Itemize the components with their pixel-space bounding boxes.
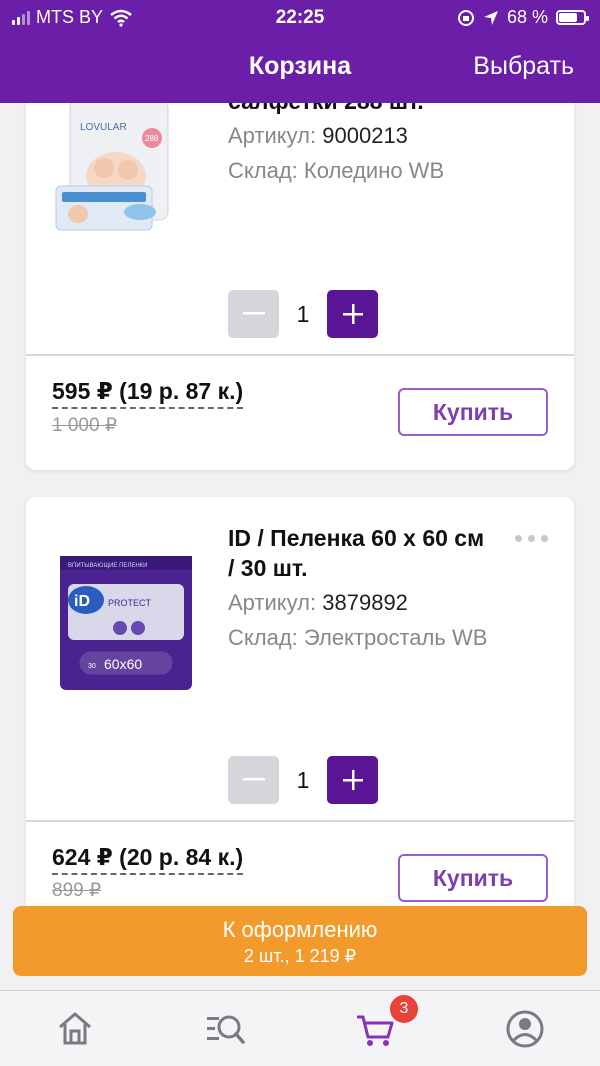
cart-item-card: LOVULAR 288 салфетки 288 шт. Артикул: 90… (26, 60, 574, 470)
catalog-search-icon[interactable] (205, 1009, 245, 1049)
warehouse-label: Склад: (228, 625, 298, 650)
old-price: 899 ₽ (52, 880, 102, 901)
article-value: 9000213 (322, 123, 408, 148)
cart-item-card: ВПИТЫВАЮЩИЕ ПЕЛЕНКИ iD PROTECT 30 60x60 … (26, 497, 574, 917)
checkout-label: К оформлению (222, 917, 378, 942)
article-label: Артикул: (228, 123, 317, 148)
article-row: Артикул: 9000213 (228, 123, 408, 149)
product-image: LOVULAR 288 (55, 99, 169, 231)
location-icon (483, 10, 498, 25)
card-divider (26, 354, 574, 356)
profile-icon[interactable] (505, 1009, 545, 1049)
cart-count-badge: 3 (390, 995, 418, 1023)
status-bar: MTS BY 22:25 68 % (0, 0, 600, 34)
increase-quantity-button[interactable] (327, 290, 378, 338)
decrease-quantity-button[interactable] (228, 290, 279, 338)
select-button[interactable]: Выбрать (473, 52, 574, 81)
minus-icon (242, 312, 265, 315)
article-value: 3879892 (322, 590, 408, 615)
article-label: Артикул: (228, 590, 317, 615)
battery-icon (556, 10, 589, 25)
price: 624 ₽ (20 р. 84 к.) (52, 844, 244, 875)
warehouse-value: Электросталь WB (303, 625, 488, 650)
checkout-summary: 2 шт., 1 219 ₽ (243, 946, 357, 966)
price: 595 ₽ (19 р. 87 к.) (52, 378, 244, 409)
plus-icon (342, 770, 363, 790)
checkout-button[interactable]: К оформлению 2 шт., 1 219 ₽ (13, 906, 587, 976)
quantity-stepper: 1 (228, 290, 378, 338)
quantity-value: 1 (296, 766, 310, 793)
plus-icon (342, 304, 363, 324)
rotation-lock-icon (457, 9, 474, 26)
home-icon[interactable] (55, 1009, 95, 1049)
more-options-icon[interactable] (515, 535, 548, 542)
tab-bar (0, 990, 600, 1066)
card-divider (26, 820, 574, 822)
cart-icon[interactable] (355, 1009, 395, 1049)
decrease-quantity-button[interactable] (228, 756, 279, 804)
app-header: MTS BY 22:25 68 % Корзина Выбрать (0, 0, 600, 103)
warehouse-row: Склад: Электросталь WB (228, 625, 487, 651)
article-row: Артикул: 3879892 (228, 590, 408, 616)
warehouse-row: Склад: Коледино WB (228, 158, 444, 184)
battery-label: 68 % (506, 7, 548, 27)
pack-count-text: 30 (88, 663, 96, 670)
pack-count-text: 288 (145, 134, 159, 143)
product-name[interactable]: ID / Пеленка 60 х 60 см / 30 шт. (228, 523, 488, 583)
increase-quantity-button[interactable] (327, 756, 378, 804)
pack-size-text: 60x60 (104, 656, 142, 672)
old-price: 1 000 ₽ (52, 415, 117, 436)
warehouse-label: Склад: (228, 158, 298, 183)
minus-icon (242, 778, 265, 781)
product-image: ВПИТЫВАЮЩИЕ ПЕЛЕНКИ iD PROTECT 30 60x60 (60, 556, 192, 690)
buy-button[interactable]: Купить (398, 854, 548, 902)
buy-button[interactable]: Купить (398, 388, 548, 436)
quantity-stepper: 1 (228, 756, 378, 804)
quantity-value: 1 (296, 300, 310, 327)
brand-logo-text: LOVULAR (80, 122, 127, 133)
brand-logo-text: iD (74, 593, 90, 610)
product-line-text: PROTECT (108, 598, 152, 608)
pack-header-text: ВПИТЫВАЮЩИЕ ПЕЛЕНКИ (68, 563, 147, 569)
warehouse-value: Коледино WB (303, 158, 445, 183)
